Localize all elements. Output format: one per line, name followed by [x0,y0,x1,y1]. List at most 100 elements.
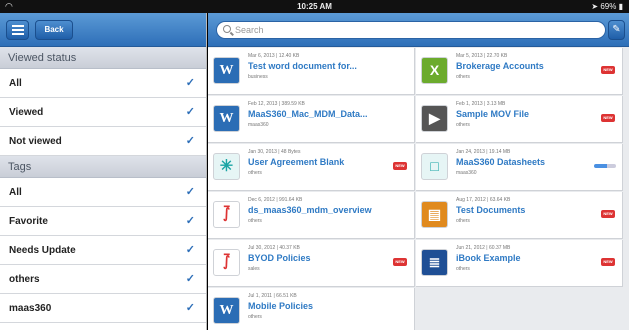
document-meta: Jun 21, 2012 | 60.37 MB [456,245,511,251]
filter-label: Needs Update [9,245,76,256]
checkmark-icon: ✓ [185,244,195,256]
document-card[interactable]: ⨛ Dec 6, 2012 | 991.64 KB ds_maas360_mdm… [208,192,415,239]
filter-viewed[interactable]: Viewed ✓ [0,98,206,127]
document-card[interactable]: ≣ Jun 21, 2012 | 60.37 MB iBook Example … [416,240,623,287]
battery-indicator: ➤ 69% ▮ [591,2,623,11]
status-time: 10:25 AM [297,2,332,11]
document-title: ds_maas360_mdm_overview [248,205,372,215]
document-tag: business [248,74,268,80]
tags-list: All ✓ Favorite ✓ Needs Update ✓ others ✓ maa… [0,178,206,323]
filter-label: Favorite [9,216,48,227]
edit-button[interactable]: ✎ [608,20,625,40]
menu-button[interactable] [6,20,29,40]
pdf-icon: ⨛ [213,201,240,228]
document-meta: Mar 5, 2013 | 22.70 KB [456,53,508,59]
tags-header: Tags [0,156,206,178]
excel-icon: X [421,57,448,84]
document-title: User Agreement Blank [248,157,345,167]
filter-tag-favorite[interactable]: Favorite ✓ [0,207,206,236]
filter-viewed-all[interactable]: All ✓ [0,69,206,98]
document-tag: others [248,218,262,224]
document-title: Mobile Policies [248,301,314,311]
document-tag: maas360 [456,170,477,176]
new-badge: NEW [601,66,615,74]
sidebar: Back Viewed status All ✓ Viewed ✓ Not view… [0,13,207,330]
document-card[interactable]: ▶ Feb 1, 2013 | 3.13 MB Sample MOV File … [416,96,623,143]
word-icon: W [213,105,240,132]
checkmark-icon: ✓ [185,186,195,198]
document-card[interactable]: W Jul 1, 2011 | 66.51 KB Mobile Policies… [208,288,415,330]
checkmark-icon: ✓ [185,135,195,147]
document-card[interactable]: W Mar 6, 2013 | 12.40 KB Test word docum… [208,48,415,95]
document-title: MaaS360 Datasheets [456,157,546,167]
presentation-icon: ▤ [421,201,448,228]
document-title: iBook Example [456,253,521,263]
word-icon: W [213,57,240,84]
filter-tag-all[interactable]: All ✓ [0,178,206,207]
document-meta: Aug 17, 2012 | 63.64 KB [456,197,511,203]
document-title: Brokerage Accounts [456,61,544,71]
document-meta: Feb 1, 2013 | 3.13 MB [456,101,506,107]
document-card[interactable]: X Mar 5, 2013 | 22.70 KB Brokerage Accou… [416,48,623,95]
document-tag: others [456,266,470,272]
word-icon: W [213,297,240,324]
search-input[interactable]: Search [216,21,606,39]
document-tag: others [248,314,262,320]
filter-label: Not viewed [9,136,62,147]
filter-tag-maas360[interactable]: maas360 ✓ [0,294,206,323]
viewed-status-header: Viewed status [0,47,206,69]
checkmark-icon: ✓ [185,273,195,285]
document-tag: others [456,122,470,128]
new-badge: NEW [601,258,615,266]
filter-label: Viewed [9,107,44,118]
document-title: Test Documents [456,205,526,215]
menu-icon [12,25,24,27]
document-card[interactable]: ⨛ Jul 30, 2012 | 40.37 KB BYOD Policies … [208,240,415,287]
document-meta: Mar 6, 2013 | 12.40 KB [248,53,300,59]
document-title: Test word document for... [248,61,357,71]
ibook-icon: ≣ [421,249,448,276]
pencil-icon: ✎ [612,24,621,35]
document-meta: Feb 12, 2013 | 389.59 KB [248,101,305,107]
battery-level: 69% [600,2,617,11]
document-meta: Jul 30, 2012 | 40.37 KB [248,245,300,251]
checkmark-icon: ✓ [185,106,195,118]
document-card[interactable]: W Feb 12, 2013 | 389.59 KB MaaS360_Mac_M… [208,96,415,143]
checkmark-icon: ✓ [185,302,195,314]
document-tag: sales [248,266,260,272]
back-button[interactable]: Back [35,20,73,40]
filter-label: All [9,78,22,89]
filter-label: All [9,187,22,198]
new-badge: NEW [393,258,407,266]
filter-not-viewed[interactable]: Not viewed ✓ [0,127,206,156]
agreement-icon: ✳ [213,153,240,180]
document-meta: Dec 6, 2012 | 991.64 KB [248,197,303,203]
search-placeholder: Search [235,25,264,35]
new-badge: NEW [393,162,407,170]
document-card[interactable]: ▤ Aug 17, 2012 | 63.64 KB Test Documents… [416,192,623,239]
checkmark-icon: ✓ [185,77,195,89]
pdf-icon: ⨛ [213,249,240,276]
viewed-status-list: All ✓ Viewed ✓ Not viewed ✓ [0,69,206,156]
filter-tag-others[interactable]: others ✓ [0,265,206,294]
filter-label: maas360 [9,303,52,314]
filter-label: others [9,274,40,285]
document-tag: others [456,74,470,80]
video-icon: ▶ [421,105,448,132]
document-meta: Jan 24, 2013 | 19.14 MB [456,149,511,155]
document-card[interactable]: ✳ Jan 30, 2013 | 48 Bytes User Agreement… [208,144,415,191]
document-browser: Search ✎ W Mar 6, 2013 | 12.40 KB Test w… [208,13,629,330]
menu-icon-bar [12,33,24,35]
document-title: MaaS360_Mac_MDM_Data... [248,109,368,119]
download-progress-bar [594,164,616,168]
menu-icon-bar [12,29,24,31]
filter-tag-needs-update[interactable]: Needs Update ✓ [0,236,206,265]
document-title: BYOD Policies [248,253,311,263]
document-tag: maas360 [248,122,269,128]
document-card[interactable]: □ Jan 24, 2013 | 19.14 MB MaaS360 Datash… [416,144,623,191]
document-meta: Jan 30, 2013 | 48 Bytes [248,149,301,155]
status-bar: ◠ 10:25 AM ➤ 69% ▮ [0,0,629,13]
new-badge: NEW [601,210,615,218]
document-title: Sample MOV File [456,109,530,119]
checkmark-icon: ✓ [185,215,195,227]
